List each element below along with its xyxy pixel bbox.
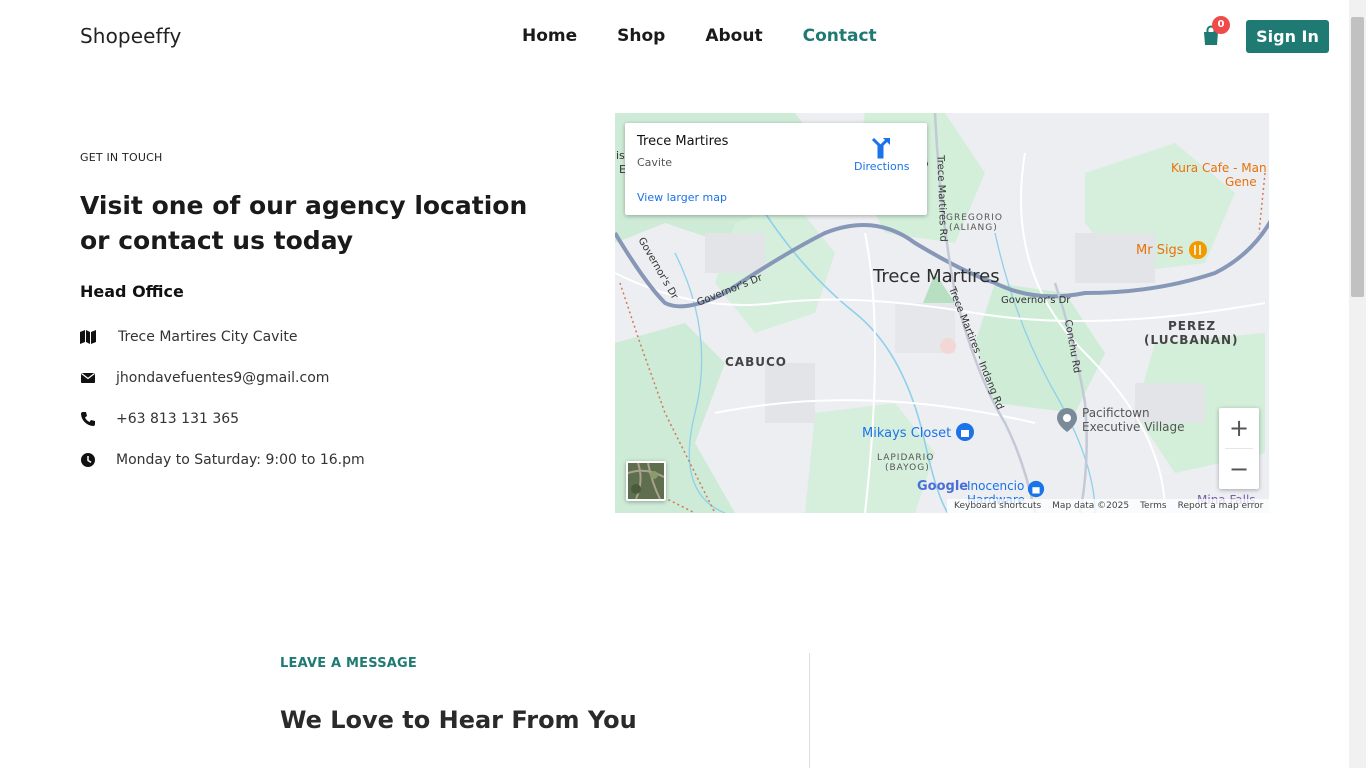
restaurant-pin-icon[interactable] (1188, 240, 1208, 260)
brand-logo[interactable]: Shopeeffy (80, 24, 181, 48)
email-text[interactable]: jhondavefuentes9@gmail.com (116, 370, 329, 386)
hours-row: Monday to Saturday: 9:00 to 16.pm (80, 452, 365, 468)
nav-shop[interactable]: Shop (617, 26, 665, 46)
get-in-touch-label: GET IN TOUCH (80, 151, 163, 164)
phone-icon (81, 412, 95, 426)
cart-count-badge: 0 (1212, 16, 1230, 34)
phone-text[interactable]: +63 813 131 365 (116, 411, 239, 427)
scrollbar-thumb[interactable] (1351, 17, 1364, 297)
map-data-text: Map data ©2025 (1052, 501, 1130, 511)
phone-row: +63 813 131 365 (80, 411, 239, 427)
map-label-mr-sigs[interactable]: Mr Sigs (1136, 243, 1184, 258)
map-label-pacifictown-sub: Executive Village (1082, 420, 1185, 434)
map-label-city: Trece Martires (873, 266, 1000, 287)
address-text: Trece Martires City Cavite (118, 329, 298, 345)
map-label-kura-cafe-sub: Gene (1225, 175, 1257, 189)
view-larger-map-link[interactable]: View larger map (637, 191, 727, 204)
address-row: Trece Martires City Cavite (80, 329, 297, 345)
hours-text: Monday to Saturday: 9:00 to 16.pm (116, 452, 365, 468)
nav-contact[interactable]: Contact (803, 26, 877, 46)
clock-icon (81, 453, 95, 467)
directions-icon[interactable] (869, 135, 893, 159)
satellite-thumbnail-icon (628, 463, 664, 499)
embedded-map[interactable]: Trece Martires CABUCO PEREZ (LUCBANAN) G… (615, 113, 1269, 513)
map-info-card: Trece Martires Cavite View larger map Di… (625, 123, 927, 215)
shopping-pin-icon[interactable] (955, 422, 975, 442)
terms-link[interactable]: Terms (1140, 501, 1167, 511)
map-label-governors-dr: Governor's Dr (1001, 295, 1071, 306)
keyboard-shortcuts-link[interactable]: Keyboard shortcuts (954, 501, 1041, 511)
map-label-kura-cafe[interactable]: Kura Cafe - Man (1171, 161, 1267, 175)
main-nav: Home Shop About Contact (522, 26, 917, 46)
map-label-lapidario-sub: (BAYOG) (885, 463, 930, 473)
map-icon (80, 330, 96, 344)
map-label-pacifictown[interactable]: Pacifictown (1082, 406, 1150, 420)
nav-about[interactable]: About (705, 26, 762, 46)
google-logo: Google (917, 479, 969, 494)
envelope-icon (81, 373, 95, 383)
contact-headline: Visit one of our agency location or cont… (80, 191, 528, 255)
map-label-perez-sub: (LUCBANAN) (1144, 333, 1239, 347)
message-section-title: We Love to Hear From You (280, 706, 637, 734)
zoom-out-button[interactable]: − (1219, 449, 1259, 489)
map-zoom-controls: + − (1219, 408, 1259, 489)
store-pin-icon[interactable] (1027, 480, 1045, 498)
report-map-error-link[interactable]: Report a map error (1178, 501, 1264, 511)
location-pin-icon[interactable] (1056, 407, 1078, 433)
map-label-gregorio-sub: (ALIANG) (949, 223, 998, 233)
map-label-gregorio: GREGORIO (946, 213, 1003, 223)
map-label-mikays[interactable]: Mikays Closet (862, 426, 951, 441)
sign-in-button[interactable]: Sign In (1246, 20, 1329, 53)
satellite-toggle[interactable] (626, 461, 666, 501)
map-label-stub: is (616, 149, 625, 162)
nav-home[interactable]: Home (522, 26, 577, 46)
zoom-in-button[interactable]: + (1219, 408, 1259, 448)
map-label-inocencio[interactable]: Inocencio (967, 479, 1024, 493)
map-label-lapidario: LAPIDARIO (877, 453, 935, 463)
site-header: Shopeeffy Home Shop About Contact 0 Sign… (0, 0, 1349, 75)
email-row: jhondavefuentes9@gmail.com (80, 370, 329, 386)
directions-link[interactable]: Directions (854, 160, 909, 173)
map-label-cabuco: CABUCO (725, 355, 787, 369)
map-attribution-bar: Keyboard shortcuts Map data ©2025 Terms … (947, 499, 1269, 513)
leave-message-label: LEAVE A MESSAGE (280, 656, 417, 671)
map-place-name: Trece Martires (637, 134, 729, 149)
map-label-perez: PEREZ (1168, 319, 1217, 333)
head-office-title: Head Office (80, 282, 184, 301)
map-place-region: Cavite (637, 156, 673, 169)
vertical-divider (809, 653, 810, 768)
